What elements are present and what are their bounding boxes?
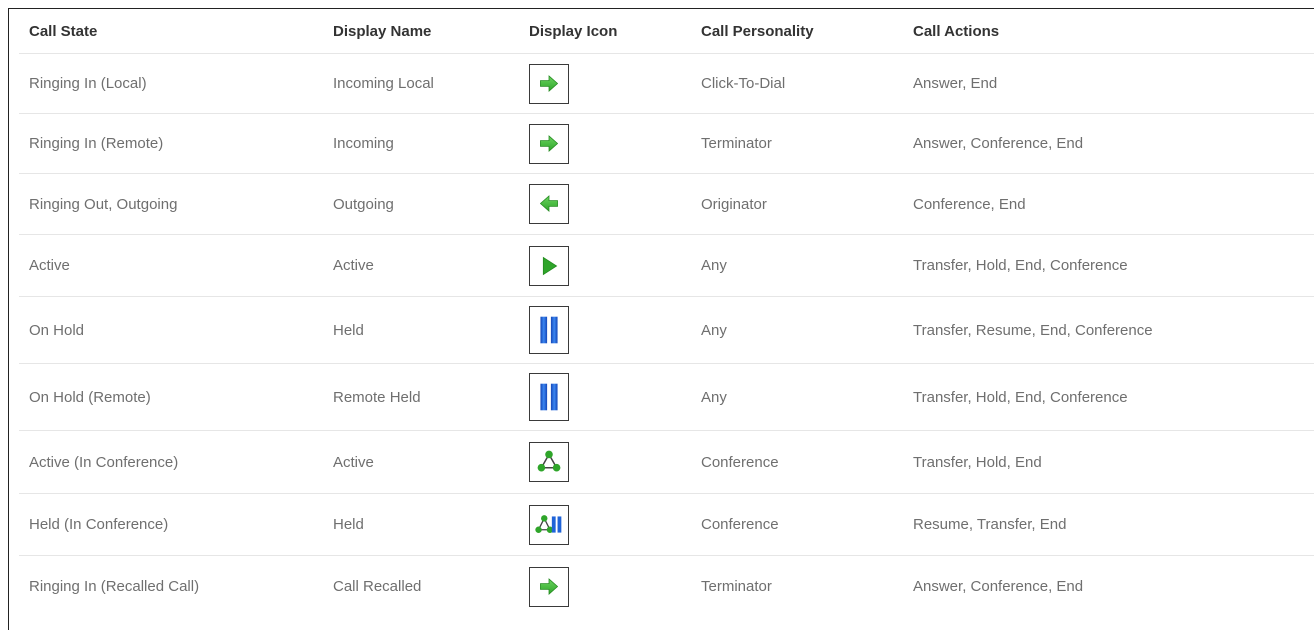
cell-call-personality: Originator	[691, 173, 903, 235]
cell-call-actions: Answer, End	[903, 53, 1314, 114]
cell-call-actions: Transfer, Hold, End, Conference	[903, 363, 1314, 431]
cell-display-name: Incoming	[323, 113, 519, 174]
cell-call-personality: Terminator	[691, 113, 903, 174]
cell-display-name: Active	[323, 234, 519, 297]
cell-call-state: Ringing In (Local)	[19, 53, 323, 114]
cell-display-icon	[519, 53, 691, 114]
cell-display-name: Incoming Local	[323, 53, 519, 114]
header-display-icon: Display Icon	[519, 9, 691, 54]
cell-call-actions: Conference, End	[903, 173, 1314, 235]
cell-call-state: Ringing In (Remote)	[19, 113, 323, 174]
table-header-row: Call State Display Name Display Icon Cal…	[19, 9, 1314, 54]
cell-call-state: Active (In Conference)	[19, 430, 323, 494]
table-row: On Hold (Remote) Remote Held Any Transfe…	[19, 363, 1314, 431]
cell-call-actions: Transfer, Hold, End, Conference	[903, 234, 1314, 297]
arrow-right-icon	[529, 123, 569, 164]
pause-icon	[529, 306, 569, 354]
cell-display-name: Call Recalled	[333, 578, 422, 595]
cell-display-name: Active	[323, 430, 519, 494]
conference-icon	[529, 442, 569, 482]
cell-display-icon	[519, 113, 691, 174]
cell-call-state: Active	[19, 234, 323, 297]
call-states-table: Call State Display Name Display Icon Cal…	[19, 9, 1314, 617]
cell-call-actions: Answer, Conference, End	[913, 578, 1084, 595]
header-call-personality: Call Personality	[691, 9, 903, 54]
cell-call-state: Held (In Conference)	[19, 493, 323, 556]
cell-display-icon	[519, 493, 691, 556]
cell-display-icon	[519, 556, 691, 618]
arrow-right-icon	[529, 63, 569, 104]
cell-display-icon	[519, 296, 691, 364]
table-row: Active Active Any Transfer, Hold, End, C…	[19, 234, 1314, 297]
table-row: Ringing In (Remote) Incoming Terminator …	[19, 113, 1314, 174]
cell-display-name: Remote Held	[323, 363, 519, 431]
cell-call-actions: Transfer, Hold, End	[903, 430, 1314, 494]
play-icon	[529, 245, 569, 286]
header-display-name: Display Name	[323, 9, 519, 54]
cell-call-personality: Conference	[691, 430, 903, 494]
cell-call-actions: Answer, Conference, End	[903, 113, 1314, 174]
cell-call-state: On Hold	[19, 296, 323, 364]
cell-display-name: Outgoing	[323, 173, 519, 235]
table-body: Ringing In (Local) Incoming Local Click-…	[19, 53, 1314, 618]
table-row: Ringing Out, Outgoing Outgoing Originato…	[19, 173, 1314, 235]
table-row: On Hold Held Any Transfer, Resume, End, …	[19, 296, 1314, 364]
cell-display-name: Held	[323, 493, 519, 556]
table-row: Ringing In (Local) Incoming Local Click-…	[19, 53, 1314, 114]
cell-call-state: Ringing In (Recalled Call)	[29, 578, 200, 595]
pause-icon	[529, 373, 569, 421]
cell-call-personality: Any	[691, 363, 903, 431]
cell-call-personality: Any	[691, 234, 903, 297]
arrow-right-icon	[529, 566, 569, 607]
arrow-left-icon	[529, 184, 569, 224]
cell-display-icon	[519, 173, 691, 235]
cell-call-state: On Hold (Remote)	[19, 363, 323, 431]
conference-held-icon	[529, 504, 569, 545]
cell-display-name: Held	[323, 296, 519, 364]
header-call-actions: Call Actions	[903, 9, 1314, 54]
cell-call-personality: Any	[691, 296, 903, 364]
cell-display-icon	[519, 430, 691, 494]
cell-call-actions: Resume, Transfer, End	[903, 493, 1314, 556]
header-call-state: Call State	[19, 9, 323, 54]
cell-call-state: Ringing Out, Outgoing	[19, 173, 323, 235]
cell-call-personality: Click-To-Dial	[691, 53, 903, 114]
cell-call-actions: Transfer, Resume, End, Conference	[903, 296, 1314, 364]
cell-display-icon	[519, 363, 691, 431]
table-row: Held (In Conference) Held Conference Res…	[19, 493, 1314, 556]
table-row: Ringing In (Recalled Call) Call Recalled…	[19, 556, 1314, 618]
call-states-table-frame: Call State Display Name Display Icon Cal…	[8, 8, 1314, 630]
cell-call-personality: Conference	[691, 493, 903, 556]
cell-call-personality: Terminator	[701, 578, 772, 595]
cell-display-icon	[519, 234, 691, 297]
table-row: Active (In Conference) Active Conference…	[19, 430, 1314, 494]
